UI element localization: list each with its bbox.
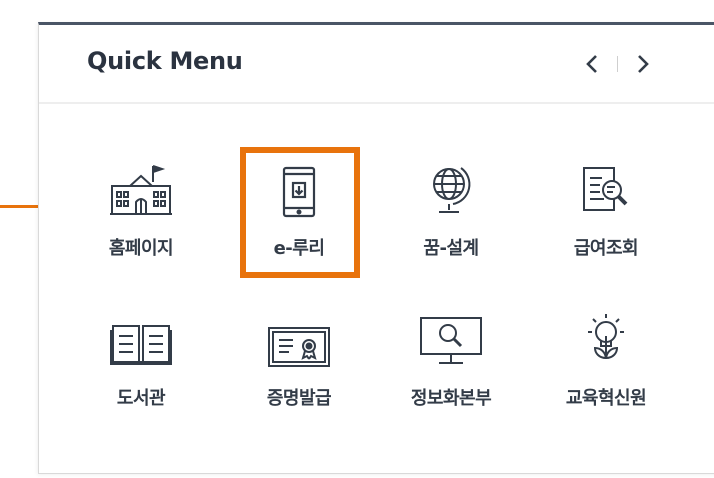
quick-menu-label: 교육혁신원 xyxy=(565,388,647,409)
open-book-icon xyxy=(110,325,172,365)
document-search-icon xyxy=(583,167,628,211)
panel-header: Quick Menu xyxy=(39,25,714,104)
quick-menu-item-salary-inquiry[interactable]: 급여조회 xyxy=(551,156,661,276)
quick-menu-label: 홈페이지 xyxy=(108,238,174,259)
next-button[interactable] xyxy=(630,49,656,79)
quick-menu-item-education-innovation[interactable]: 교육혁신원 xyxy=(551,306,661,426)
quick-menu-label: 정보화본부 xyxy=(410,388,492,409)
highlight-box xyxy=(240,147,360,278)
prev-button[interactable] xyxy=(579,49,605,79)
lightbulb-idea-icon xyxy=(588,314,624,360)
quick-menu-item-certificate[interactable]: 증명발급 xyxy=(244,306,354,426)
chevron-right-icon xyxy=(638,55,649,73)
quick-menu-item-information-headquarters[interactable]: 정보화본부 xyxy=(396,306,506,426)
quick-menu-item-homepage[interactable]: 홈페이지 xyxy=(86,156,196,276)
quick-menu-label: 도서관 xyxy=(116,388,166,409)
certificate-icon xyxy=(268,327,330,367)
quick-menu-item-library[interactable]: 도서관 xyxy=(86,306,196,426)
globe-icon xyxy=(433,167,471,213)
carousel-nav xyxy=(579,49,656,79)
quick-menu-item-dream-design[interactable]: 꿈-설계 xyxy=(396,156,506,276)
quick-menu-label: 증명발급 xyxy=(266,388,332,409)
quick-menu-label: 급여조회 xyxy=(573,238,639,259)
monitor-search-icon xyxy=(420,317,482,364)
chevron-left-icon xyxy=(586,55,597,73)
nav-divider xyxy=(617,56,618,72)
panel-title: Quick Menu xyxy=(87,47,243,75)
school-building-icon xyxy=(110,165,172,215)
quick-menu-label: 꿈-설계 xyxy=(423,238,479,259)
